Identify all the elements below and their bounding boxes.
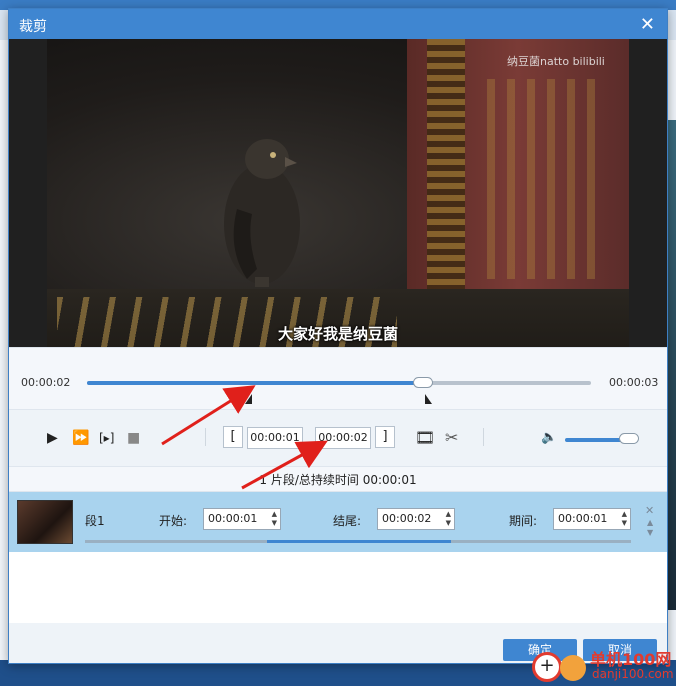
trim-start-marker[interactable] [245, 394, 252, 404]
delete-segment-icon[interactable]: ✕ [645, 504, 654, 517]
volume-icon[interactable]: 🔈 [541, 430, 557, 445]
list-item[interactable]: 段1 开始: 00:00:01 ▲ ▼ 结尾: 00:00:02 ▲ ▼ 期间: 0… [9, 492, 667, 552]
trim-dialog: 裁剪 ✕ 纳豆菌natto bilibili 大家好我是纳豆菌 00:00:02 [8, 8, 668, 664]
play-icon[interactable]: ▶ [47, 430, 58, 446]
video-scene-gold-pattern [427, 39, 465, 329]
add-segment-icon[interactable]: 🎞 [415, 428, 435, 447]
current-time: 00:00:02 [21, 376, 71, 389]
dialog-title: 裁剪 [19, 19, 47, 35]
total-time: 00:00:03 [609, 376, 659, 389]
spinner-arrows-icon[interactable]: ▲ ▼ [272, 510, 277, 528]
site-logo-icon: + [532, 652, 562, 682]
video-subtitle: 大家好我是纳豆菌 [277, 325, 398, 343]
divider [483, 428, 484, 446]
divider [205, 428, 206, 446]
stop-icon[interactable]: ■ [127, 430, 140, 446]
segment-range-fill [267, 540, 451, 543]
video-scene-gold-pattern-2 [487, 79, 597, 279]
video-watermark: 纳豆菌natto bilibili [507, 55, 605, 68]
segment-end-value: 00:00:02 [382, 512, 432, 525]
close-icon[interactable]: ✕ [640, 14, 655, 35]
segment-start-field[interactable]: 00:00:01 ▲ ▼ [203, 508, 281, 530]
segment-thumbnail [17, 500, 73, 544]
segment-list: 段1 开始: 00:00:01 ▲ ▼ 结尾: 00:00:02 ▲ ▼ 期间: 0… [9, 491, 667, 623]
play-clip-icon[interactable]: [▸] [99, 431, 114, 445]
move-up-icon[interactable]: ▲ [647, 518, 653, 527]
end-time-field[interactable]: 00:00:02 [315, 427, 371, 449]
video-frame: 纳豆菌natto bilibili 大家好我是纳豆菌 [47, 39, 629, 369]
trim-end-marker[interactable] [425, 394, 432, 404]
segment-summary: 1 片段/总持续时间 00:00:01 [259, 473, 417, 487]
start-time-field[interactable]: 00:00:01 [247, 427, 303, 449]
segment-end-field[interactable]: 00:00:02 ▲ ▼ [377, 508, 455, 530]
timeline-playhead[interactable] [413, 377, 433, 388]
duration-label: 期间: [509, 514, 538, 528]
move-down-icon[interactable]: ▼ [647, 528, 653, 537]
segment-duration-field[interactable]: 00:00:01 ▲ ▼ [553, 508, 631, 530]
background-right-image [668, 120, 676, 610]
timeline: 00:00:02 00:00:03 [9, 347, 667, 409]
fast-forward-icon[interactable]: ⏩ [72, 430, 89, 446]
volume-slider-thumb[interactable] [619, 433, 639, 444]
video-preview-area: 纳豆菌natto bilibili 大家好我是纳豆菌 [9, 39, 667, 375]
segment-start-value: 00:00:01 [208, 512, 258, 525]
site-logo-icon-2 [560, 655, 586, 681]
segment-label: 段1 [85, 514, 105, 528]
start-label: 开始: [159, 514, 188, 528]
timeline-progress [87, 381, 423, 385]
title-bar: 裁剪 ✕ [9, 9, 667, 39]
end-label: 结尾: [333, 514, 362, 528]
split-icon[interactable]: ✂ [445, 428, 458, 447]
site-watermark-url: danji100.com [592, 667, 674, 681]
video-scene-bird [224, 139, 300, 287]
playback-controls: ▶ ⏩ [▸] ■ [ 00:00:01 00:00:02 ] 🎞 ✂ 🔈 [9, 409, 667, 467]
spinner-arrows-icon[interactable]: ▲ ▼ [446, 510, 451, 528]
spinner-arrows-icon[interactable]: ▲ ▼ [622, 510, 627, 528]
set-end-button[interactable]: ] [375, 426, 395, 448]
segment-duration-value: 00:00:01 [558, 512, 608, 525]
set-start-button[interactable]: [ [223, 426, 243, 448]
